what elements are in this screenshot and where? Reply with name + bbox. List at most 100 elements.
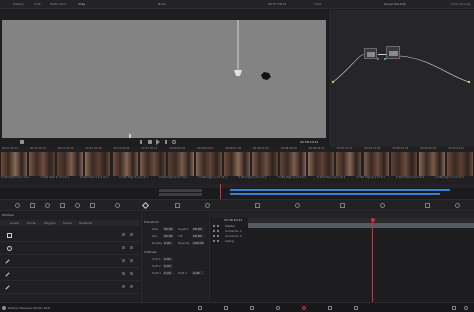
- transform-field-input[interactable]: 100.00: [192, 241, 204, 245]
- window-list-row[interactable]: [0, 256, 140, 268]
- track-lock-icon[interactable]: [217, 235, 219, 237]
- palette-icon-10[interactable]: [205, 203, 210, 208]
- node-02[interactable]: [386, 46, 400, 59]
- tab-luts[interactable]: LUTs: [34, 2, 41, 6]
- window-toggle-icon[interactable]: [122, 285, 125, 288]
- window-square-icon[interactable]: [7, 233, 12, 238]
- clip-thumbnail[interactable]: [307, 152, 334, 176]
- track-expand-icon[interactable]: [213, 225, 215, 227]
- page-color-icon[interactable]: [302, 306, 306, 310]
- softness-field-input[interactable]: 0.00: [192, 271, 204, 275]
- settings-icon[interactable]: [464, 306, 468, 310]
- palette-icon-11[interactable]: [255, 203, 260, 208]
- keyframe-playhead[interactable]: [372, 222, 373, 302]
- window-list-row[interactable]: [0, 269, 140, 281]
- clip-thumbnail[interactable]: [196, 152, 223, 176]
- prev-clip-button[interactable]: [140, 140, 143, 144]
- clip-thumbnail[interactable]: [419, 152, 446, 176]
- clip-thumbnail[interactable]: [168, 152, 195, 176]
- transform-field-input[interactable]: 50.00: [192, 227, 204, 231]
- window-circle-icon[interactable]: [7, 246, 12, 251]
- window-brush-icon[interactable]: [5, 285, 10, 290]
- palette-icon-4[interactable]: [60, 203, 65, 208]
- clip-thumbnail[interactable]: [391, 152, 418, 176]
- palette-icon-9[interactable]: [175, 203, 180, 208]
- next-clip-button[interactable]: [164, 140, 167, 144]
- window-tool-polygon[interactable]: Polygon: [44, 221, 56, 225]
- page-cut-icon[interactable]: [224, 306, 228, 310]
- mini-timeline[interactable]: [0, 184, 474, 199]
- window-invert-icon[interactable]: [130, 285, 133, 288]
- transform-field-input[interactable]: 50.00: [163, 234, 173, 238]
- window-tool-gradient[interactable]: Gradient: [79, 221, 92, 225]
- window-invert-icon[interactable]: [130, 259, 133, 262]
- window-toggle-icon[interactable]: [122, 246, 125, 249]
- window-invert-icon[interactable]: [130, 246, 133, 249]
- palette-icon-14[interactable]: [380, 203, 385, 208]
- page-fusion-icon[interactable]: [276, 306, 280, 310]
- track-expand-icon[interactable]: [213, 230, 215, 232]
- transform-field-input[interactable]: 50.00: [163, 227, 173, 231]
- timeline-playhead[interactable]: [220, 184, 221, 199]
- palette-icon-3[interactable]: [45, 203, 50, 208]
- play-button[interactable]: [156, 139, 160, 145]
- softness-field-input[interactable]: 0.00: [163, 257, 173, 261]
- audio-icon[interactable]: [20, 140, 24, 144]
- window-list-row[interactable]: [0, 230, 140, 242]
- palette-icon-7[interactable]: [115, 203, 120, 208]
- clip-thumbnail[interactable]: [251, 152, 278, 176]
- window-palette-icon[interactable]: [141, 201, 150, 210]
- window-line-icon[interactable]: [5, 259, 10, 264]
- window-pen-icon[interactable]: [5, 272, 10, 277]
- clip-thumbnail[interactable]: [56, 152, 83, 176]
- window-list-row[interactable]: [0, 282, 140, 294]
- node-01[interactable]: [364, 48, 377, 59]
- palette-icon-16[interactable]: [455, 203, 460, 208]
- tab-gallery[interactable]: Gallery: [13, 2, 24, 6]
- palette-icon-12[interactable]: [295, 203, 300, 208]
- palette-icon-2[interactable]: [30, 203, 35, 208]
- clip-thumbnail[interactable]: [112, 152, 139, 176]
- tab-clips[interactable]: Clips: [78, 2, 85, 6]
- home-icon[interactable]: [452, 306, 456, 310]
- window-toggle-icon[interactable]: [122, 233, 125, 236]
- softness-field-input[interactable]: 0.00: [163, 271, 173, 275]
- window-toggle-icon[interactable]: [122, 272, 125, 275]
- track-expand-icon[interactable]: [213, 240, 215, 242]
- window-tool-linear[interactable]: Linear: [10, 221, 19, 225]
- track-lock-icon[interactable]: [217, 225, 219, 227]
- palette-icon-5[interactable]: [75, 203, 80, 208]
- transform-field-input[interactable]: 50.00: [192, 234, 204, 238]
- tab-media-pool[interactable]: Media Pool: [50, 2, 66, 6]
- palette-icon-1[interactable]: [15, 203, 20, 208]
- clip-thumbnail[interactable]: [84, 152, 111, 176]
- color-groups-label[interactable]: Color Groups: [451, 2, 470, 6]
- clip-thumbnail[interactable]: [335, 152, 362, 176]
- track-lock-icon[interactable]: [217, 240, 219, 242]
- page-deliver-icon[interactable]: [354, 306, 358, 310]
- window-invert-icon[interactable]: [130, 233, 133, 236]
- clip-thumbnail[interactable]: [140, 152, 167, 176]
- transform-field-input[interactable]: 0.00: [163, 241, 173, 245]
- clip-thumbnail[interactable]: [224, 152, 250, 176]
- window-tool-circle[interactable]: Circle: [27, 221, 35, 225]
- viewer-image[interactable]: [2, 20, 326, 139]
- palette-icon-13[interactable]: [340, 203, 345, 208]
- stop-button[interactable]: [148, 140, 152, 144]
- window-invert-icon[interactable]: [130, 272, 133, 275]
- track-lock-icon[interactable]: [217, 230, 219, 232]
- loop-icon[interactable]: [172, 140, 176, 144]
- page-media-icon[interactable]: [198, 306, 202, 310]
- clip-thumbnail[interactable]: [28, 152, 55, 176]
- window-list-row[interactable]: [0, 243, 140, 255]
- clip-thumbnail[interactable]: [447, 152, 473, 176]
- window-toggle-icon[interactable]: [122, 259, 125, 262]
- clip-thumbnail[interactable]: [363, 152, 390, 176]
- palette-icon-15[interactable]: [425, 203, 430, 208]
- page-edit-icon[interactable]: [250, 306, 254, 310]
- clip-thumbnail[interactable]: [279, 152, 306, 176]
- clip-thumbnail[interactable]: [1, 152, 27, 176]
- palette-icon-6[interactable]: [90, 203, 95, 208]
- softness-field-input[interactable]: 0.00: [163, 264, 173, 268]
- node-editor-panel[interactable]: [329, 10, 474, 147]
